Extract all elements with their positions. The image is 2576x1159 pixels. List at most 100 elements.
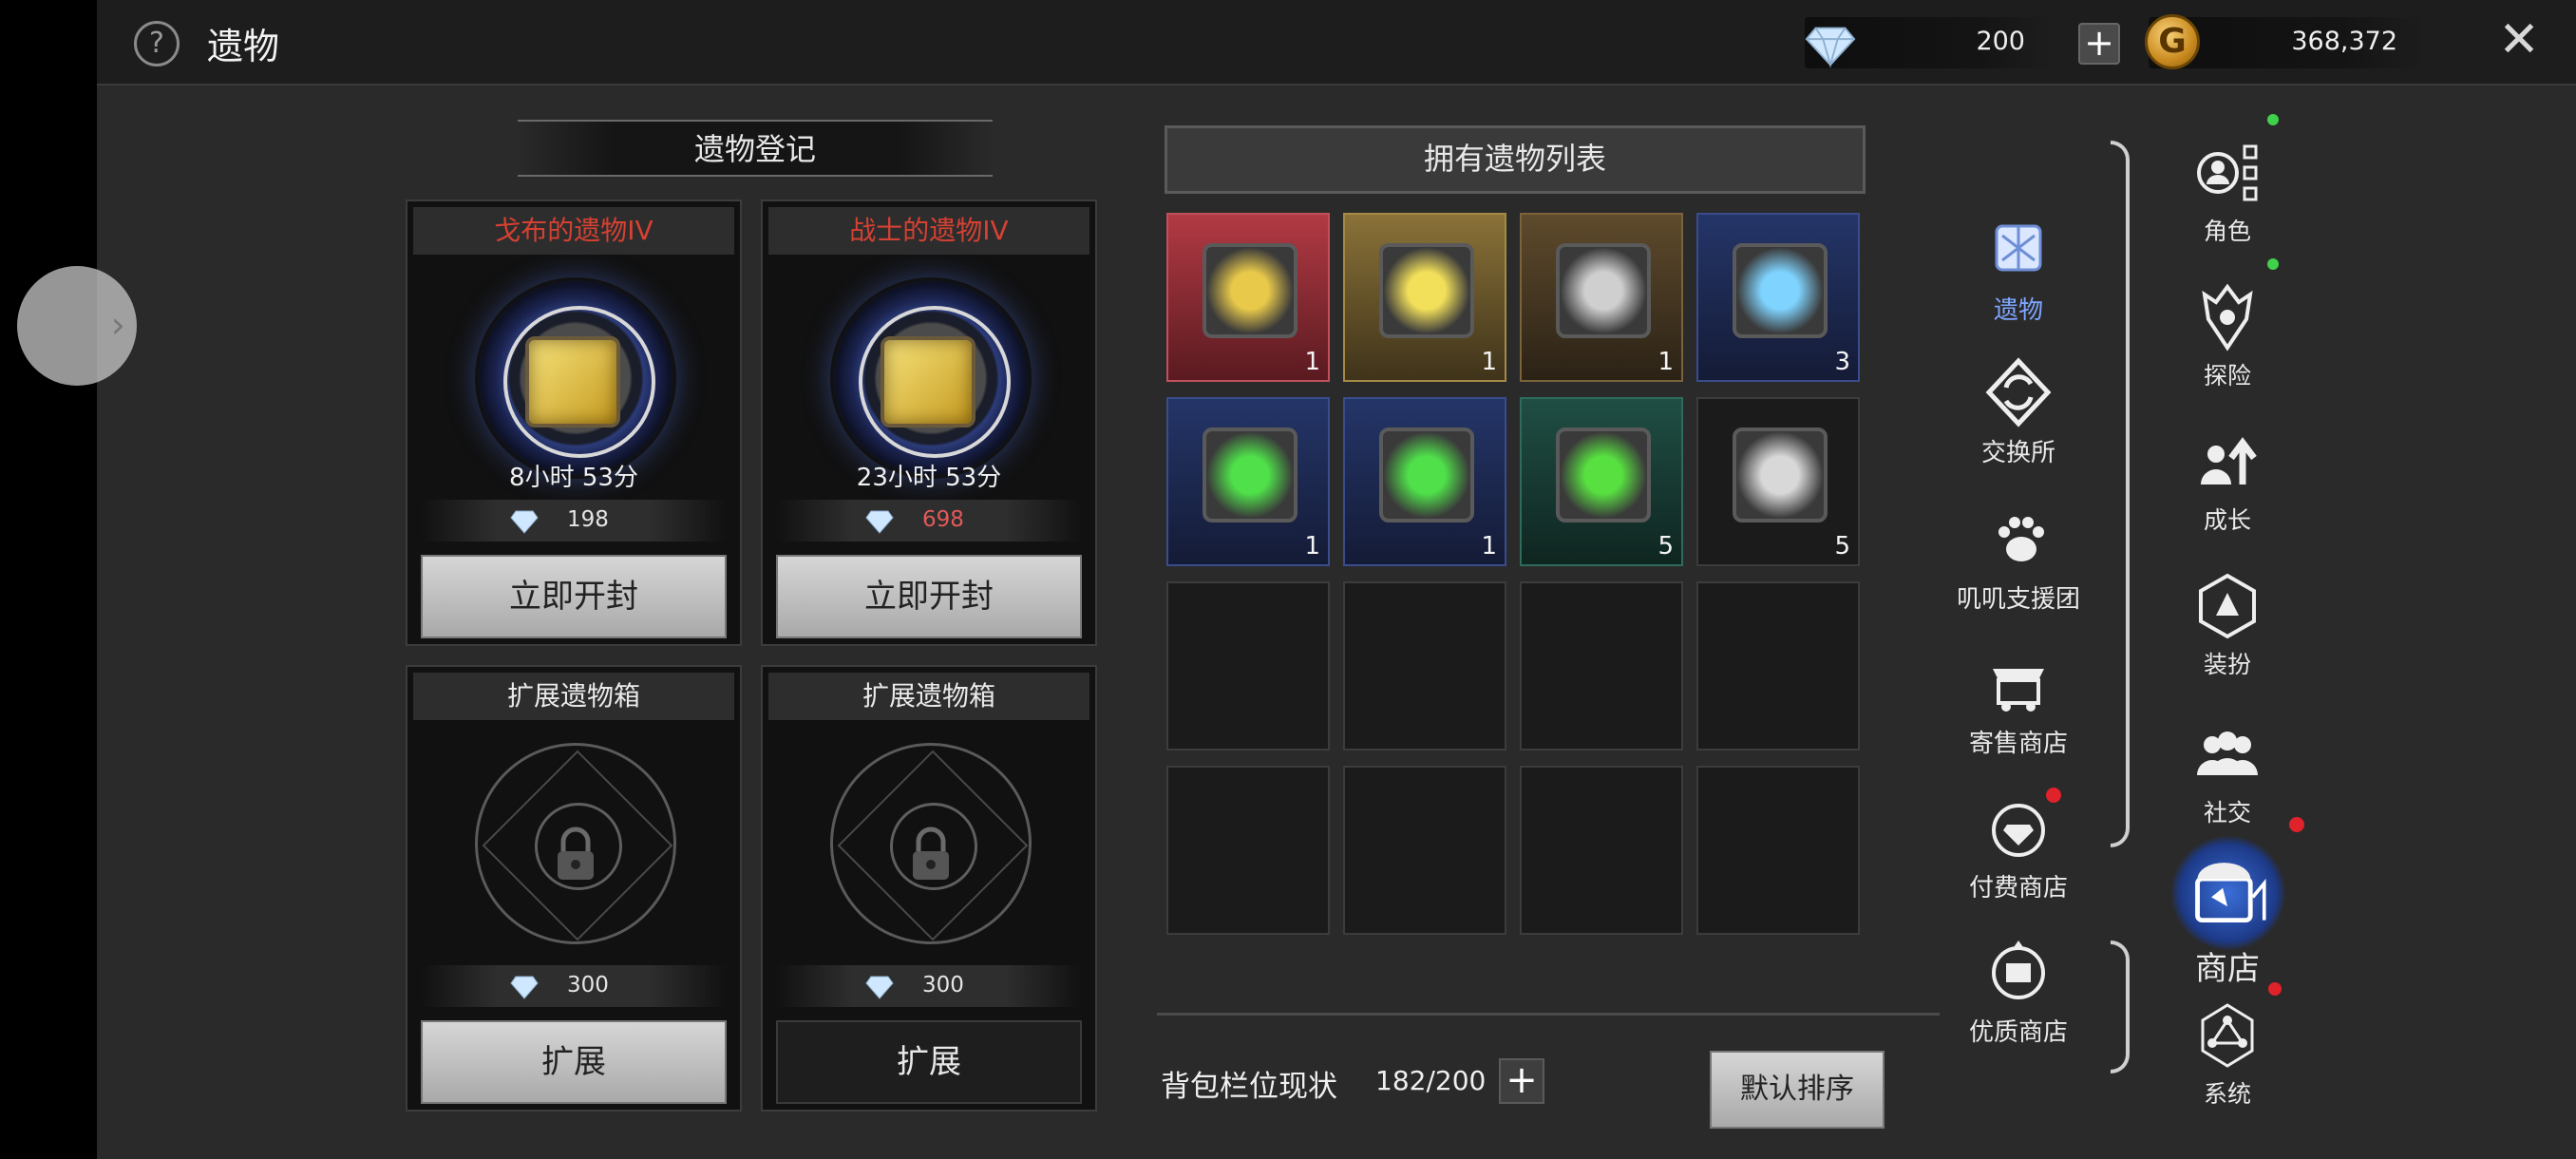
submenu-consign-shop[interactable]: 寄售商店 [1947, 648, 2090, 759]
menu-bracket [2111, 141, 2130, 847]
menu-label: 成长 [2203, 506, 2251, 534]
expand-button[interactable]: 扩展 [776, 1020, 1082, 1104]
relic-cube-icon [1733, 428, 1828, 522]
adventure-notification-dot [2267, 258, 2279, 270]
relic-item-slot[interactable]: 3 [1696, 213, 1860, 382]
relic-item-slot[interactable]: 5 [1520, 397, 1683, 566]
menu-costume[interactable]: 装扮 [2156, 570, 2299, 680]
add-diamond-button[interactable]: + [2078, 23, 2120, 65]
default-sort-button[interactable]: 默认排序 [1710, 1051, 1885, 1129]
relic-slot-1: 戈布的遗物IV 8小时 53分 198 立即开封 [406, 200, 742, 646]
empty-item-slot[interactable] [1520, 581, 1683, 750]
diamond-icon [865, 976, 894, 999]
relic-item-slot[interactable]: 1 [1166, 213, 1330, 382]
menu-system[interactable]: 系统 [2156, 999, 2299, 1110]
diamond-icon [510, 510, 539, 534]
submenu-label: 交换所 [1980, 439, 2055, 467]
menu-label: 系统 [2203, 1080, 2251, 1108]
empty-item-slot[interactable] [1520, 766, 1683, 935]
relic-icon [1995, 224, 2042, 272]
cost-value: 300 [567, 973, 609, 998]
submenu-label: 付费商店 [1968, 874, 2068, 902]
cost-bar: 198 [421, 500, 727, 542]
shop-notification-dot [2289, 817, 2304, 832]
help-icon[interactable]: ? [134, 21, 180, 66]
relic-item-slot[interactable]: 1 [1343, 397, 1506, 566]
relic-slot-title: 戈布的遗物IV [413, 207, 734, 255]
menu-shop[interactable]: 商店 [2156, 851, 2299, 989]
menu-character[interactable]: 角色 [2156, 137, 2299, 247]
relic-cube-icon [1379, 243, 1474, 338]
diamond-icon [865, 510, 894, 534]
character-notification-dot [2267, 114, 2279, 125]
relic-cube-icon [1203, 428, 1297, 522]
relic-cube-icon [1556, 428, 1651, 522]
relic-item-slot[interactable]: 1 [1166, 397, 1330, 566]
empty-item-slot[interactable] [1166, 581, 1330, 750]
item-count: 5 [1657, 532, 1674, 560]
open-now-button[interactable]: 立即开封 [776, 555, 1082, 638]
open-now-button[interactable]: 立即开封 [421, 555, 727, 638]
menu-label: 角色 [2203, 218, 2251, 245]
relic-cube-icon [881, 336, 975, 428]
side-drawer-handle[interactable]: › [17, 266, 137, 386]
relic-item-slot[interactable]: 1 [1520, 213, 1683, 382]
empty-item-slot[interactable] [1343, 766, 1506, 935]
submenu-relic[interactable]: 遗物 [1947, 215, 2090, 326]
menu-label: 装扮 [2203, 651, 2251, 678]
expand-button[interactable]: 扩展 [421, 1020, 727, 1104]
lock-icon [913, 826, 949, 880]
relic-cube-icon [1379, 428, 1474, 522]
expand-slot-title: 扩展遗物箱 [413, 673, 734, 720]
item-count: 1 [1481, 348, 1497, 376]
cost-bar: 698 [776, 500, 1082, 542]
relic-cube-icon [1733, 243, 1828, 338]
item-count: 1 [1304, 348, 1320, 376]
submenu-label: 优质商店 [1968, 1018, 2068, 1047]
relic-cube-icon [1203, 243, 1297, 338]
premium-shop-icon [1992, 940, 2045, 999]
costume-icon [2199, 573, 2256, 639]
submenu-support[interactable]: 叽叽支援团 [1947, 504, 2090, 615]
relic-cube-icon [1556, 243, 1651, 338]
relic-timer: 23小时 53分 [856, 464, 1002, 492]
relic-item-slot[interactable]: 5 [1696, 397, 1860, 566]
item-count: 1 [1304, 532, 1320, 560]
empty-item-slot[interactable] [1696, 766, 1860, 935]
empty-item-slot[interactable] [1166, 766, 1330, 935]
diamond-icon [510, 976, 539, 999]
expand-bag-button[interactable]: + [1499, 1058, 1544, 1104]
paw-icon [1998, 517, 2044, 561]
item-count: 3 [1834, 348, 1850, 376]
close-icon[interactable]: ✕ [2496, 15, 2542, 65]
menu-label: 社交 [2203, 799, 2251, 826]
submenu-label: 寄售商店 [1968, 730, 2068, 758]
empty-item-slot[interactable] [1343, 581, 1506, 750]
submenu-exchange[interactable]: 交换所 [1947, 357, 2090, 468]
cost-value: 300 [922, 973, 964, 998]
cost-value: 698 [922, 507, 964, 532]
relic-item-slot[interactable]: 1 [1343, 213, 1506, 382]
menu-adventure[interactable]: 探险 [2156, 281, 2299, 391]
item-count: 1 [1657, 348, 1674, 376]
system-notification-dot [2268, 982, 2282, 996]
relic-cube-icon [525, 336, 620, 428]
menu-social[interactable]: 社交 [2156, 718, 2299, 828]
system-icon [2201, 1003, 2254, 1068]
diamond-value: 200 [1976, 27, 2025, 56]
empty-item-slot[interactable] [1696, 581, 1860, 750]
menu-growth[interactable]: 成长 [2156, 426, 2299, 536]
relic-slot-4: 扩展遗物箱 300 扩展 [761, 665, 1097, 1112]
item-count: 1 [1481, 532, 1497, 560]
expand-slot-title: 扩展遗物箱 [768, 673, 1089, 720]
gold-value: 368,372 [2291, 27, 2397, 56]
character-icon [2197, 144, 2258, 201]
owned-relics-header: 拥有遗物列表 [1165, 125, 1866, 194]
consign-shop-icon [1993, 669, 2044, 712]
page-title: 遗物 [207, 26, 280, 67]
relic-slot-2: 战士的遗物IV 23小时 53分 698 立即开封 [761, 200, 1097, 646]
submenu-paid-shop[interactable]: 付费商店 [1947, 792, 2090, 903]
submenu-premium-shop[interactable]: 优质商店 [1947, 937, 2090, 1048]
diamond-icon [1805, 27, 1856, 68]
bag-slots-value: 182/200 [1375, 1065, 1487, 1096]
